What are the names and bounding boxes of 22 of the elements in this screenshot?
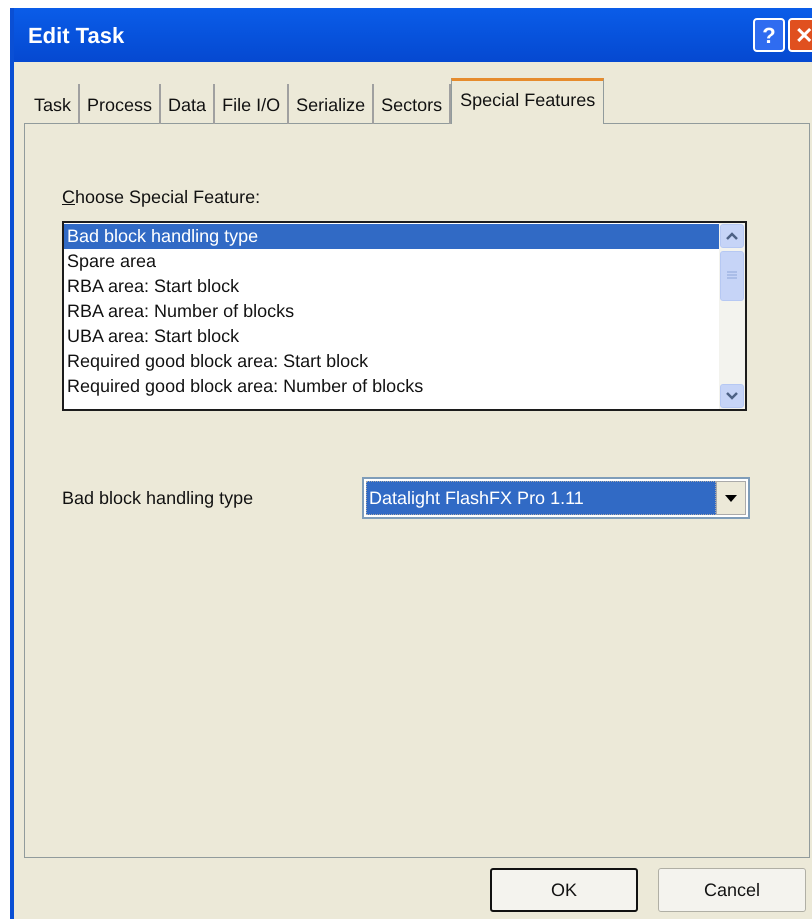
tab[interactable]: Special Features xyxy=(451,78,604,124)
setting-label: Bad block handling type xyxy=(62,486,254,510)
scroll-down-icon[interactable] xyxy=(720,384,744,408)
scroll-up-icon[interactable] xyxy=(720,224,744,248)
ok-button[interactable]: OK xyxy=(490,868,638,912)
list-label: Choose Special Feature: xyxy=(62,186,262,209)
list-item[interactable]: Required good block area: Start block xyxy=(64,349,719,374)
list-item[interactable]: Required good block area: Number of blocks xyxy=(64,374,719,399)
list-item[interactable]: RBA area: Number of blocks xyxy=(64,299,719,324)
scroll-thumb[interactable] xyxy=(720,251,744,301)
dropdown-value: Datalight FlashFX Pro 1.11 xyxy=(366,481,716,515)
window-title: Edit Task xyxy=(28,22,124,50)
close-button[interactable]: ✕ xyxy=(788,18,812,52)
list-item[interactable]: RBA area: Start block xyxy=(64,274,719,299)
help-button[interactable]: ? xyxy=(753,18,785,52)
scrollbar[interactable] xyxy=(719,223,745,409)
list-item[interactable]: UBA area: Start block xyxy=(64,324,719,349)
feature-list[interactable]: Bad block handling type Spare area RBA area: Start block RBA area: Number of blocks UBA area: Start block Required good block area: Start block Required good block area: Number of blocks xyxy=(62,221,747,411)
setting-dropdown[interactable]: Datalight FlashFX Pro 1.11 xyxy=(362,477,750,519)
cancel-button[interactable]: Cancel xyxy=(658,868,806,912)
list-item[interactable]: Bad block handling type xyxy=(64,224,719,249)
list-item[interactable]: Spare area xyxy=(64,249,719,274)
